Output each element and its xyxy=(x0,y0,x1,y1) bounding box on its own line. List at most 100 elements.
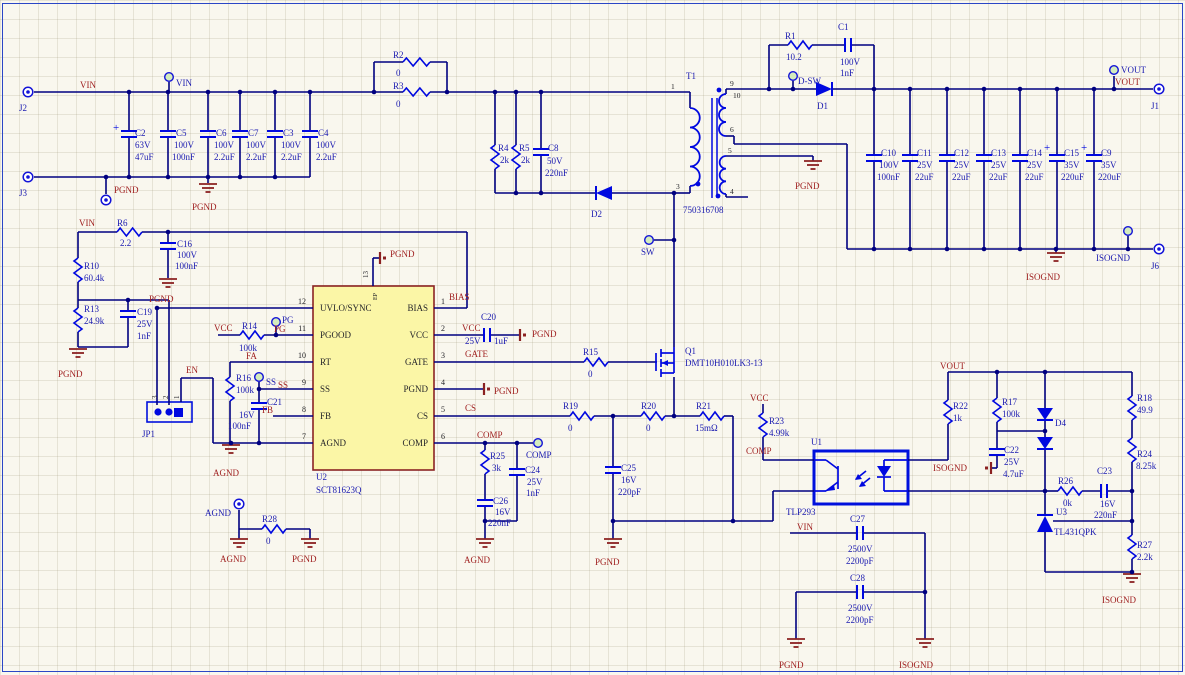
label-PGND[interactable]: PGND xyxy=(595,557,620,567)
label-PGND[interactable]: PGND xyxy=(149,294,174,304)
label-2.2k: 2.2k xyxy=(1137,552,1153,562)
label-4: 4 xyxy=(441,378,445,387)
label-PGND[interactable]: PGND xyxy=(58,369,83,379)
resistor-R26[interactable] xyxy=(1058,487,1082,495)
resistor-R14[interactable] xyxy=(240,331,264,339)
label-VIN[interactable]: VIN xyxy=(80,80,96,90)
jp1-pin-1[interactable] xyxy=(174,408,183,417)
junction-dot xyxy=(791,87,796,92)
transformer-t1-750316708[interactable] xyxy=(690,108,700,186)
probe-D-SW[interactable] xyxy=(789,72,798,81)
probe-SW[interactable] xyxy=(645,236,654,245)
resistor-R19[interactable] xyxy=(570,412,594,420)
label-ISOGND[interactable]: ISOGND xyxy=(933,463,968,473)
opto-u1-tlp293-body[interactable] xyxy=(814,451,908,504)
label-3: 3 xyxy=(151,395,159,399)
junction-dot xyxy=(1126,247,1131,252)
diode-D4-a[interactable] xyxy=(1037,408,1053,420)
label-EN[interactable]: EN xyxy=(186,365,198,375)
label-PG[interactable]: PG xyxy=(274,324,286,334)
resistor-R27[interactable] xyxy=(1128,535,1136,559)
diode-U3-tl431[interactable] xyxy=(1037,516,1053,532)
resistor-R13[interactable] xyxy=(74,308,82,332)
label-1: 1 xyxy=(671,82,675,91)
label-2.2uF: 2.2uF xyxy=(281,152,302,162)
label-VCC[interactable]: VCC xyxy=(750,393,769,403)
label-VOUT[interactable]: VOUT xyxy=(1115,77,1140,87)
label-R21: R21 xyxy=(696,401,711,411)
junction-dot xyxy=(982,247,987,252)
label-VIN[interactable]: VIN xyxy=(79,218,95,228)
resistor-R17[interactable] xyxy=(993,398,1001,422)
label-ISOGND[interactable]: ISOGND xyxy=(1102,595,1137,605)
diode-D2[interactable] xyxy=(596,186,612,200)
label-220uF: 220uF xyxy=(1061,172,1084,182)
resistor-R22[interactable] xyxy=(944,400,952,424)
label-JP1: JP1 xyxy=(142,429,155,439)
label-VIN[interactable]: VIN xyxy=(797,522,813,532)
label-2k: 2k xyxy=(521,155,531,165)
label-FB[interactable]: FB xyxy=(262,405,273,415)
jp1-pin[interactable] xyxy=(165,408,172,415)
label-PGND[interactable]: PGND xyxy=(779,660,804,670)
label-COMP[interactable]: COMP xyxy=(477,430,503,440)
label-PGND[interactable]: PGND xyxy=(114,185,139,195)
label-PGND[interactable]: PGND xyxy=(292,554,317,564)
resistor-R18[interactable] xyxy=(1128,396,1136,420)
resistor-R6[interactable] xyxy=(117,228,142,236)
label-PGND[interactable]: PGND xyxy=(494,386,519,396)
label-PGND[interactable]: PGND xyxy=(390,249,415,259)
resistor-R28[interactable] xyxy=(262,525,286,533)
label-TLP293: TLP293 xyxy=(786,507,816,517)
resistor-R3[interactable] xyxy=(403,88,430,96)
junction-dot xyxy=(238,175,243,180)
label-BIAS[interactable]: BIAS xyxy=(449,292,470,302)
label-AGND[interactable]: AGND xyxy=(220,554,246,564)
label-60.4k: 60.4k xyxy=(84,273,105,283)
label-R17: R17 xyxy=(1002,397,1018,407)
label-35V: 35V xyxy=(1101,160,1117,170)
label-PGND[interactable]: PGND xyxy=(532,329,557,339)
label-ISOGND[interactable]: ISOGND xyxy=(899,660,934,670)
label-FA[interactable]: FA xyxy=(246,351,257,361)
label-1: 1 xyxy=(173,395,181,399)
pgnd-bar-c20 xyxy=(523,334,526,337)
probe-VOUT[interactable] xyxy=(1110,66,1119,75)
label-PGND[interactable]: PGND xyxy=(795,181,820,191)
resistor-R16[interactable] xyxy=(226,377,234,401)
resistor-R2[interactable] xyxy=(403,58,430,66)
label-VCC[interactable]: VCC xyxy=(462,323,481,333)
label-CS[interactable]: CS xyxy=(465,403,476,413)
diode-D4-b[interactable] xyxy=(1037,437,1053,449)
label-VOUT[interactable]: VOUT xyxy=(940,361,965,371)
label-24.9k: 24.9k xyxy=(84,316,105,326)
label-0: 0 xyxy=(588,369,593,379)
resistor-R21[interactable] xyxy=(700,412,724,420)
label-PGND[interactable]: PGND xyxy=(192,202,217,212)
probe-ISOGND[interactable] xyxy=(1124,227,1133,236)
probe-VIN[interactable] xyxy=(165,73,174,82)
transformer-t1-750316708[interactable] xyxy=(720,156,726,194)
label-100nF: 100nF xyxy=(877,172,900,182)
resistor-R23[interactable] xyxy=(759,413,767,437)
label-GATE[interactable]: GATE xyxy=(465,349,488,359)
probe-COMP[interactable] xyxy=(534,439,543,448)
resistor-R10[interactable] xyxy=(74,258,82,282)
label-AGND[interactable]: AGND xyxy=(213,468,239,478)
probe-SS[interactable] xyxy=(255,373,264,382)
label-C24: C24 xyxy=(525,465,541,475)
label-VCC[interactable]: VCC xyxy=(214,323,233,333)
label-SS[interactable]: SS xyxy=(278,380,288,390)
label-COMP[interactable]: COMP xyxy=(746,446,772,456)
resistor-R20[interactable] xyxy=(641,412,665,420)
label-25V: 25V xyxy=(991,160,1007,170)
transformer-t1-750316708[interactable] xyxy=(719,94,726,136)
resistor-R15[interactable] xyxy=(584,358,608,366)
resistor-R25[interactable] xyxy=(481,450,489,474)
resistor-R24[interactable] xyxy=(1128,438,1136,462)
u1-opto-internals[interactable] xyxy=(826,460,838,469)
label-ISOGND[interactable]: ISOGND xyxy=(1026,272,1061,282)
jp1-pin[interactable] xyxy=(154,408,161,415)
label-AGND[interactable]: AGND xyxy=(464,555,490,565)
resistor-R1[interactable] xyxy=(788,41,812,49)
